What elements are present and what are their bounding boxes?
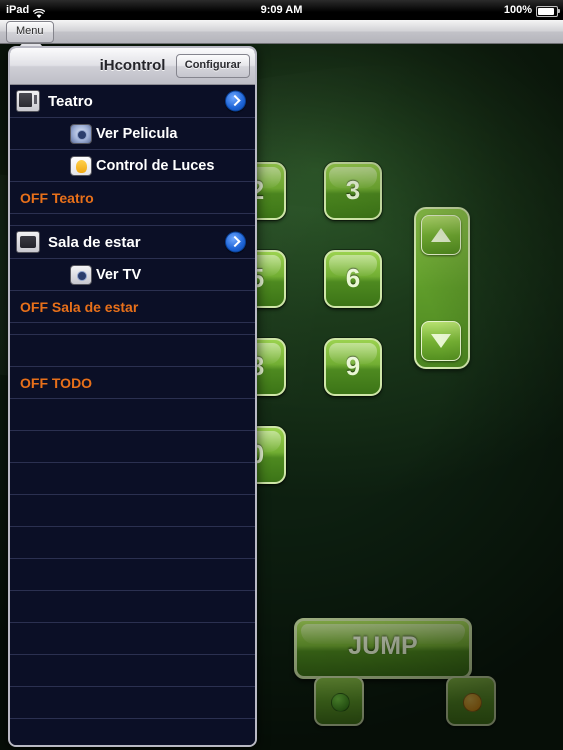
list-item-label: Teatro bbox=[48, 92, 93, 110]
list-item-empty bbox=[10, 431, 255, 463]
list-item-off-todo[interactable]: OFF TODO bbox=[10, 367, 255, 399]
status-bar: iPad 9:09 AM 100% bbox=[0, 0, 563, 20]
list-item-empty bbox=[10, 335, 255, 367]
list-item-label: Ver Pelicula bbox=[96, 125, 178, 142]
list-item-empty bbox=[10, 655, 255, 687]
list-item-label: OFF Sala de estar bbox=[20, 298, 139, 315]
movie-icon bbox=[70, 123, 92, 144]
list-item-empty bbox=[10, 719, 255, 745]
list-item-ver-pelicula[interactable]: Ver Pelicula bbox=[10, 118, 255, 150]
list-item-label: OFF TODO bbox=[20, 374, 93, 391]
list-spacer bbox=[10, 323, 255, 335]
list-spacer bbox=[10, 214, 255, 226]
list-item-label: Ver TV bbox=[96, 266, 142, 283]
list-item-empty bbox=[10, 495, 255, 527]
popover-header: iHcontrol Configurar bbox=[10, 48, 255, 85]
list-item-empty bbox=[10, 463, 255, 495]
list-item-empty bbox=[10, 399, 255, 431]
list-item-empty bbox=[10, 527, 255, 559]
menu-button[interactable]: Menu bbox=[6, 21, 54, 43]
list-item-control-de-luces[interactable]: Control de Luces bbox=[10, 150, 255, 182]
status-bar-right: 100% bbox=[503, 0, 560, 20]
list-item-teatro[interactable]: Teatro bbox=[10, 85, 255, 118]
list-item-off-sala-de-estar[interactable]: OFF Sala de estar bbox=[10, 291, 255, 323]
list-item-off-teatro[interactable]: OFF Teatro bbox=[10, 182, 255, 214]
battery-icon bbox=[536, 5, 560, 17]
activity-list[interactable]: Teatro Ver Pelicula Control de Luces OFF… bbox=[10, 85, 255, 745]
list-item-ver-tv[interactable]: Ver TV bbox=[10, 259, 255, 291]
list-item-label: Control de Luces bbox=[96, 157, 215, 174]
list-item-empty bbox=[10, 591, 255, 623]
list-item-empty bbox=[10, 559, 255, 591]
app-toolbar bbox=[0, 20, 563, 44]
tv-icon bbox=[16, 90, 40, 112]
list-item-empty bbox=[10, 623, 255, 655]
list-item-sala-de-estar[interactable]: Sala de estar bbox=[10, 226, 255, 259]
tv-small-icon bbox=[70, 264, 92, 285]
ihcontrol-popover: iHcontrol Configurar Teatro Ver Pelicula… bbox=[8, 46, 257, 747]
status-bar-time: 9:09 AM bbox=[260, 4, 303, 16]
disclosure-chevron-icon[interactable] bbox=[225, 90, 246, 112]
configurar-button[interactable]: Configurar bbox=[175, 54, 250, 78]
battery-percent-label: 100% bbox=[503, 4, 532, 16]
remote-icon bbox=[16, 231, 40, 253]
list-item-label: Sala de estar bbox=[48, 233, 141, 251]
list-item-label: OFF Teatro bbox=[20, 189, 94, 206]
list-item-empty bbox=[10, 687, 255, 719]
ipad-screen: 2 3 5 6 8 9 0 JUMP bbox=[0, 0, 563, 750]
disclosure-chevron-icon[interactable] bbox=[225, 231, 246, 253]
light-bulb-icon bbox=[70, 155, 92, 176]
